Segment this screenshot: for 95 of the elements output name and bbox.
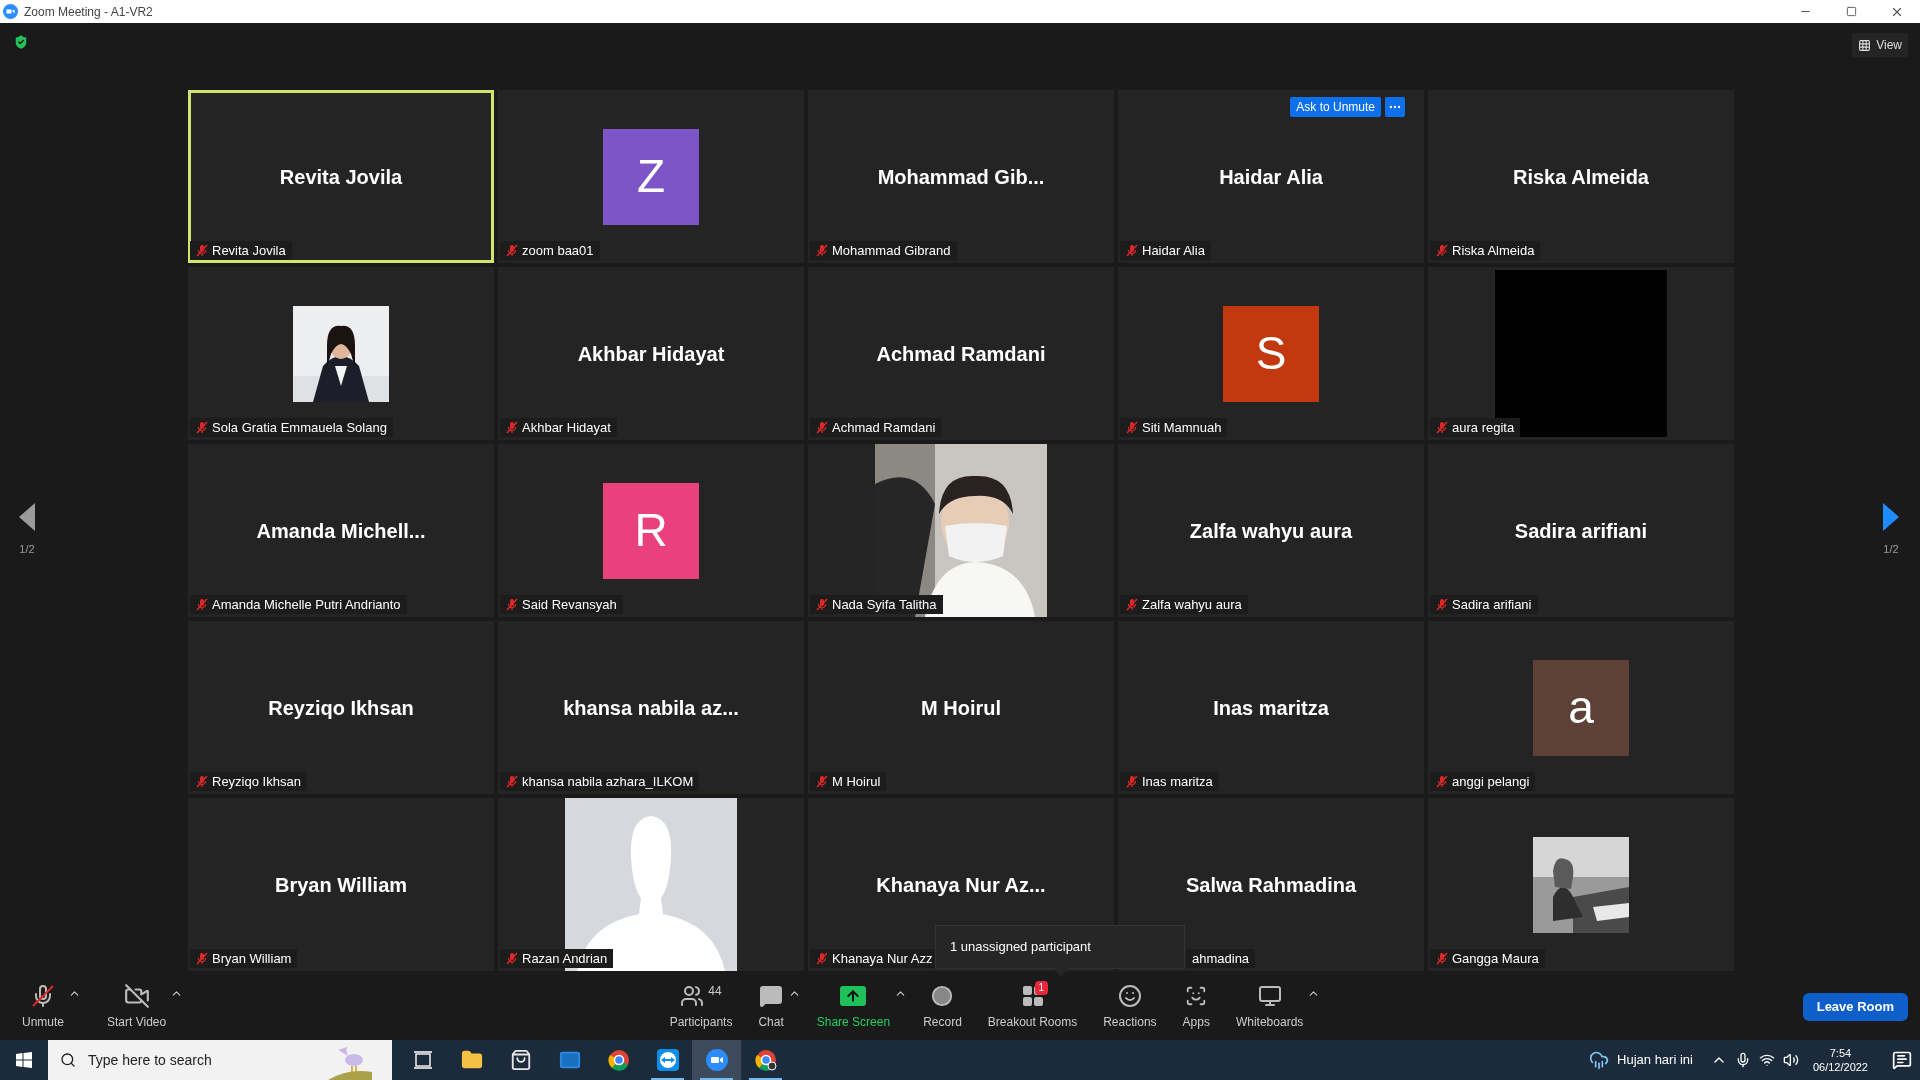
participant-label: Gangga Maura — [1452, 949, 1539, 968]
participant-label: Khanaya Nur Azz — [832, 949, 933, 968]
page-indicator: 1/2 — [1883, 542, 1899, 558]
toolbar-button[interactable]: 44 Participants — [659, 982, 743, 1031]
participant-name: Salwa Rahmadina — [1185, 872, 1357, 898]
shopping-bag-icon — [509, 1049, 532, 1071]
page-indicator: 1/2 — [19, 542, 35, 558]
notification-badge: 1 — [1034, 980, 1049, 995]
toolbar-button[interactable]: Share Screen — [806, 982, 901, 1031]
participant-name: M Hoirul — [921, 695, 1001, 721]
participant-label: Nada Syifa Talitha — [832, 595, 937, 614]
participant-name: Achmad Ramdani — [876, 341, 1046, 367]
video-off-icon — [123, 982, 150, 1009]
participant-label: zoom baa01 — [522, 241, 594, 260]
toolbar-button[interactable]: 1 Breakout Rooms — [977, 982, 1088, 1031]
mail-icon — [558, 1049, 581, 1071]
participant-label: Razan Andrian — [522, 949, 608, 968]
toolbar-button[interactable]: Chat — [748, 982, 794, 1031]
app-logo-icon — [3, 4, 18, 19]
participant-label: Haidar Alia — [1142, 241, 1205, 260]
folder-icon — [460, 1049, 483, 1071]
participant-label: Riska Almeida — [1452, 241, 1535, 260]
maximize-icon — [1845, 6, 1857, 17]
participant-label: khansa nabila azhara_ILKOM — [522, 772, 694, 791]
browser-icon — [754, 1049, 777, 1071]
leave-room-button[interactable]: Leave Room — [1802, 992, 1908, 1021]
participant-name: Khanaya Nur Az... — [876, 872, 1046, 898]
participant-name: khansa nabila az... — [563, 695, 739, 721]
participant-label: Sadira arifiani — [1452, 595, 1532, 614]
participant-name: Inas maritza — [1213, 695, 1329, 721]
participant-label: Bryan William — [212, 949, 292, 968]
participant-name: Riska Almeida — [1513, 164, 1649, 190]
participant-label: Sola Gratia Emmauela Solang — [212, 418, 387, 437]
toolbar-button[interactable]: Unmute — [12, 982, 75, 1031]
participant-label: M Hoirul — [832, 772, 881, 791]
task-view-icon — [412, 1051, 433, 1069]
apps-icon — [1185, 984, 1208, 1007]
participant-name: Akhbar Hidayat — [577, 341, 725, 367]
whiteboard-icon — [1257, 983, 1282, 1008]
participant-name: Reyziqo Ikhsan — [268, 695, 414, 721]
toolbar-button[interactable]: Reactions — [1093, 982, 1167, 1031]
participant-label: Mohammad Gibrand — [832, 241, 951, 260]
avatar-initial: a — [1533, 659, 1629, 756]
double-arrow-app-icon — [656, 1049, 679, 1071]
participant-name: Sadira arifiani — [1514, 518, 1648, 544]
notification-icon[interactable] — [1892, 1050, 1912, 1070]
participant-label: ahmadina — [1192, 949, 1250, 968]
browser-icon — [607, 1049, 630, 1071]
participant-label: Achmad Ramdani — [832, 418, 936, 437]
toolbar-button[interactable]: Whiteboards — [1225, 982, 1314, 1031]
record-icon — [931, 984, 954, 1007]
network-icon[interactable] — [1758, 1052, 1775, 1068]
participant-label: aura regita — [1452, 418, 1515, 437]
participant-name: Mohammad Gib... — [877, 164, 1045, 190]
more-button[interactable] — [1385, 97, 1405, 117]
participant-name: Haidar Alia — [1219, 164, 1323, 190]
participant-label: Akhbar Hidayat — [522, 418, 611, 437]
participant-name: Amanda Michell... — [256, 518, 426, 544]
participant-label: Said Revansyah — [522, 595, 617, 614]
view-button[interactable]: View — [1852, 33, 1908, 57]
avatar-initial: R — [603, 482, 699, 579]
participant-count: 44 — [708, 982, 722, 1000]
participant-label: Inas maritza — [1142, 772, 1213, 791]
video-camera-app-icon — [704, 1048, 729, 1072]
participant-label: Reyziqo Ikhsan — [212, 772, 301, 791]
participant-label: Revita Jovila — [212, 241, 286, 260]
weather-text: Hujan hari ini — [1617, 1051, 1693, 1070]
participant-name: Revita Jovila — [279, 164, 403, 190]
search-icon — [60, 1052, 76, 1068]
participant-label: Amanda Michelle Putri Andrianto — [212, 595, 401, 614]
people-icon — [680, 983, 705, 1008]
windows-logo-icon — [16, 1052, 32, 1068]
search-field[interactable]: Type here to search — [48, 1040, 392, 1080]
speaker-icon[interactable] — [1782, 1052, 1799, 1068]
window-title: Zoom Meeting - A1-VR2 — [24, 3, 153, 21]
participant-label: anggi pelangi — [1452, 772, 1530, 791]
toolbar-button[interactable]: Apps — [1172, 982, 1220, 1031]
participant-label: Siti Mamnuah — [1142, 418, 1222, 437]
chat-bubble-icon — [759, 983, 784, 1008]
participant-label: Zalfa wahyu aura — [1142, 595, 1242, 614]
smiley-icon — [1117, 983, 1142, 1008]
muted-mic-icon — [31, 983, 55, 1008]
participant-name: Zalfa wahyu aura — [1189, 518, 1353, 544]
taskbar-app[interactable] — [692, 1040, 741, 1080]
next-page-arrow[interactable] — [1882, 503, 1900, 532]
shield-icon — [12, 33, 30, 51]
toolbar-button[interactable]: Start Video — [97, 982, 177, 1031]
avatar-initial: S — [1223, 305, 1319, 402]
rain-cloud-icon — [1589, 1050, 1610, 1070]
avatar-initial: Z — [603, 128, 699, 225]
grid-icon — [1858, 38, 1872, 52]
toolbar-button[interactable]: Record — [913, 982, 972, 1031]
clock[interactable]: 7:54 06/12/2022 — [1806, 1046, 1874, 1074]
ask-to-unmute-button[interactable]: Ask to Unmute — [1290, 97, 1381, 117]
participant-name: Bryan William — [274, 872, 408, 898]
